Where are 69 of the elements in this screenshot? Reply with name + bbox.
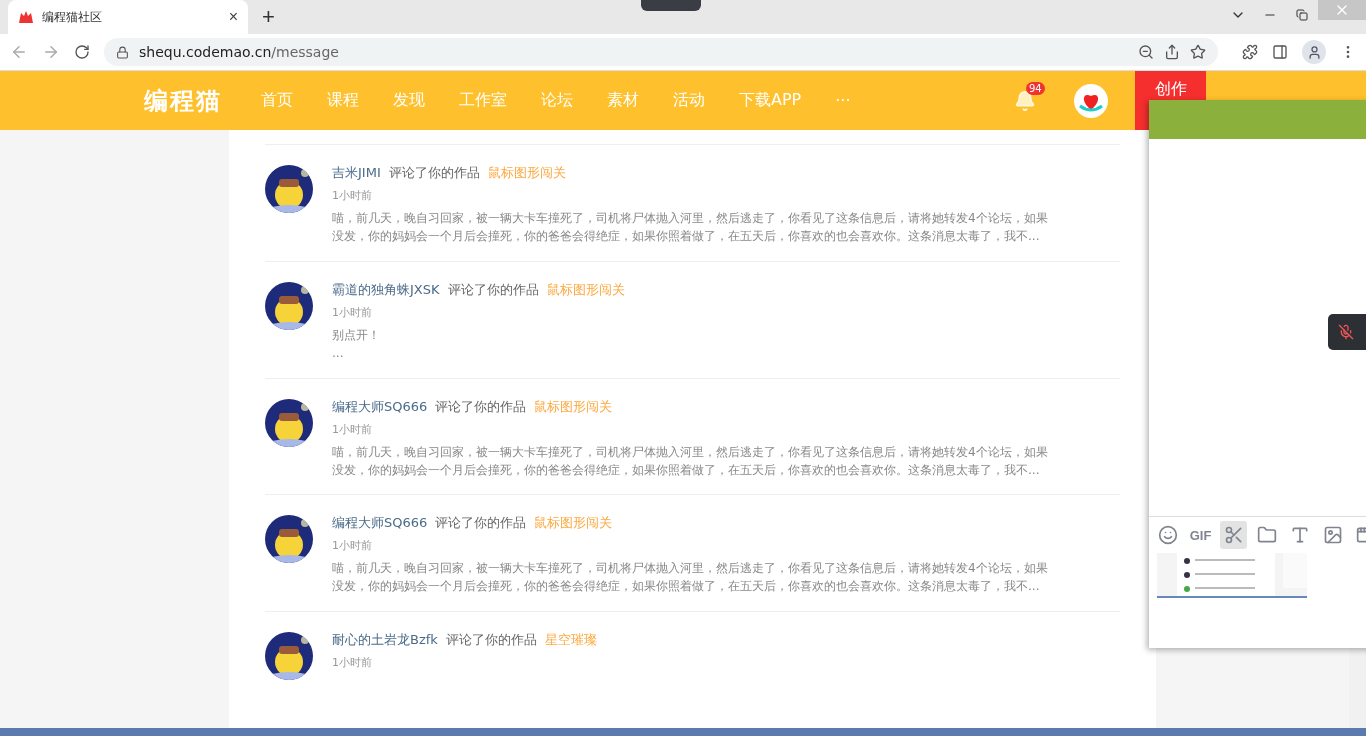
avatar[interactable] bbox=[265, 281, 313, 330]
close-tab-button[interactable]: × bbox=[228, 8, 238, 26]
side-panel-icon[interactable] bbox=[1272, 44, 1288, 60]
nav-link[interactable]: 工作室 bbox=[459, 90, 507, 111]
folder-icon bbox=[1256, 525, 1277, 545]
site-logo[interactable]: 编程猫 bbox=[144, 84, 222, 117]
avatar[interactable] bbox=[265, 398, 313, 447]
timestamp: 1小时前 bbox=[332, 422, 373, 437]
action-text: 评论了你的作品 bbox=[435, 397, 527, 416]
work-link[interactable]: 鼠标图形闯关 bbox=[534, 396, 613, 417]
work-link[interactable]: 星空璀璨 bbox=[544, 630, 597, 651]
action-text: 评论了你的作品 bbox=[435, 514, 527, 533]
url-text: shequ.codemao.cn/message bbox=[139, 44, 340, 60]
user-name-link[interactable]: 耐心的土岩龙Bzfk bbox=[332, 630, 438, 651]
mic-off-icon[interactable] bbox=[1338, 324, 1354, 340]
nav-link[interactable]: 论坛 bbox=[541, 90, 573, 111]
notification-badge: 94 bbox=[1026, 81, 1045, 95]
reload-button[interactable] bbox=[74, 44, 90, 60]
work-link[interactable]: 鼠标图形闯关 bbox=[487, 163, 566, 183]
restore-icon bbox=[1296, 9, 1308, 21]
avatar[interactable] bbox=[265, 515, 313, 564]
user-name-link[interactable]: 吉米JIMI bbox=[332, 163, 381, 183]
star-icon[interactable] bbox=[1190, 44, 1206, 60]
comment-text: ... bbox=[332, 344, 344, 362]
new-tab-button[interactable]: + bbox=[262, 4, 275, 30]
puzzle-icon[interactable] bbox=[1242, 44, 1258, 60]
timestamp: 1小时前 bbox=[332, 305, 373, 320]
action-text: 评论了你的作品 bbox=[445, 631, 537, 650]
action-text: 评论了你的作品 bbox=[388, 164, 480, 182]
comment-text: 没发，你的妈妈会一个月后会撞死，你的爸爸会得绝症，如果你照着做了，在五天后，你喜欢的也会喜欢你。这条消息太毒了，我不... bbox=[332, 461, 1040, 479]
gif-button[interactable]: GIF bbox=[1187, 521, 1214, 549]
comment-text: 没发，你的妈妈会一个月后会撞死，你的爸爸会得绝症，如果你照着做了，在五天后，你喜欢的也会喜欢你。这条消息太毒了，我不... bbox=[332, 578, 1040, 596]
user-name-link[interactable]: 霸道的独角蛛JXSK bbox=[332, 279, 440, 300]
work-link[interactable]: 鼠标图形闯关 bbox=[534, 513, 613, 534]
timestamp: 1小时前 bbox=[332, 539, 373, 554]
timestamp: 1小时前 bbox=[332, 656, 373, 671]
back-button[interactable] bbox=[10, 43, 28, 61]
action-text: 评论了你的作品 bbox=[447, 280, 539, 299]
more-link[interactable]: ··· bbox=[835, 91, 851, 110]
tab-title: 编程猫社区 bbox=[42, 8, 103, 26]
comment-text: 喵，前几天，晚自习回家，被一辆大卡车撞死了，司机将尸体抛入河里，然后逃走了，你看见了这条信息后，请将她转发4个论坛，如果 bbox=[332, 560, 1048, 578]
nav-link[interactable]: 课程 bbox=[327, 90, 359, 111]
scissors-icon bbox=[1223, 525, 1244, 545]
zoom-out-icon[interactable] bbox=[1138, 44, 1154, 60]
comment-text: 喵，前几天，晚自习回家，被一辆大卡车撞死了，司机将尸体抛入河里，然后逃走了，你看见了这条信息后，请将她转发4个论坛，如果 bbox=[332, 210, 1048, 227]
image-icon bbox=[1322, 525, 1343, 545]
nav-link[interactable]: 发现 bbox=[393, 90, 425, 111]
lock-icon bbox=[116, 45, 129, 59]
nav-link[interactable]: 素材 bbox=[607, 90, 639, 111]
browser-tab[interactable]: 编程猫社区 × bbox=[8, 0, 248, 34]
screenshot-button[interactable] bbox=[1220, 521, 1247, 549]
address-bar[interactable]: shequ.codemao.cn/message bbox=[104, 38, 1218, 66]
comment-text: 别点开！ bbox=[332, 326, 380, 344]
share-icon[interactable] bbox=[1164, 44, 1180, 60]
user-avatar[interactable] bbox=[1074, 83, 1108, 118]
user-name-link[interactable]: 编程大师SQ666 bbox=[332, 396, 428, 417]
forward-button[interactable] bbox=[42, 43, 60, 61]
timestamp: 1小时前 bbox=[332, 189, 373, 203]
comment-text: 喵，前几天，晚自习回家，被一辆大卡车撞死了，司机将尸体抛入河里，然后逃走了，你看见了这条信息后，请将她转发4个论坛，如果 bbox=[332, 443, 1048, 461]
smile-icon bbox=[1157, 525, 1178, 545]
comment-text: 没发，你的妈妈会一个月后会撞死，你的爸爸会得绝症，如果你照着做了，在五天后，你喜欢的也会喜欢你。这条消息太毒了，我不... bbox=[332, 228, 1040, 245]
avatar[interactable] bbox=[265, 165, 313, 213]
nav-link[interactable]: 活动 bbox=[673, 90, 705, 111]
profile-icon[interactable] bbox=[1302, 40, 1326, 64]
avatar[interactable] bbox=[265, 632, 313, 681]
work-link[interactable]: 鼠标图形闯关 bbox=[546, 279, 625, 300]
nav-link[interactable]: 首页 bbox=[261, 90, 293, 111]
user-name-link[interactable]: 编程大师SQ666 bbox=[332, 513, 428, 534]
nav-link[interactable]: 下载APP bbox=[739, 90, 802, 111]
